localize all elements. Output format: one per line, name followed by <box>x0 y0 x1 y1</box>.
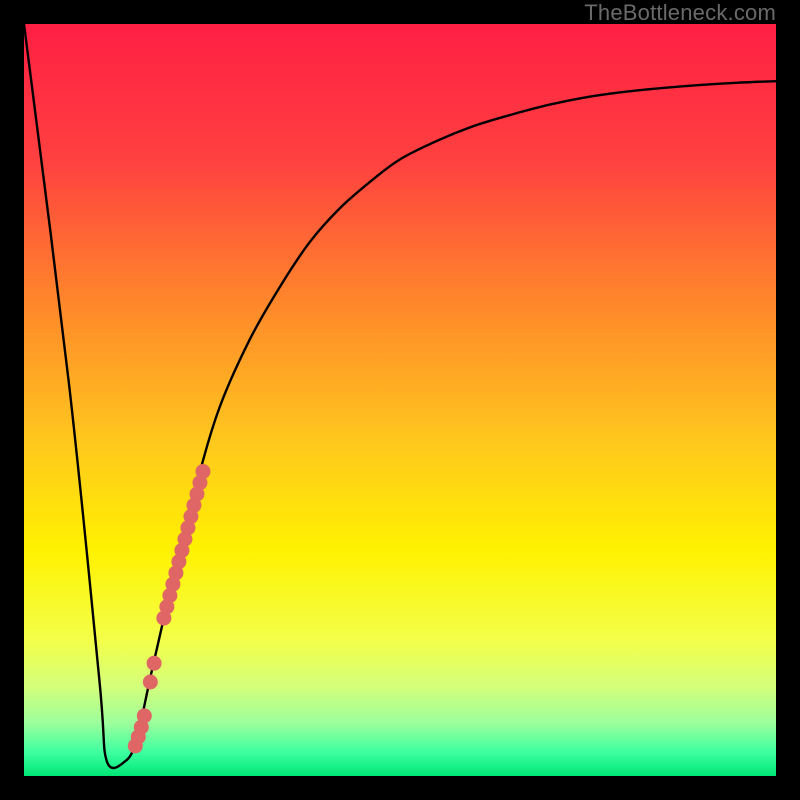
chart-frame: TheBottleneck.com <box>0 0 800 800</box>
data-marker <box>147 656 162 671</box>
data-markers <box>24 24 776 776</box>
watermark-text: TheBottleneck.com <box>584 0 776 26</box>
plot-area <box>24 24 776 776</box>
data-marker <box>195 464 210 479</box>
data-marker <box>143 675 158 690</box>
data-marker <box>137 708 152 723</box>
